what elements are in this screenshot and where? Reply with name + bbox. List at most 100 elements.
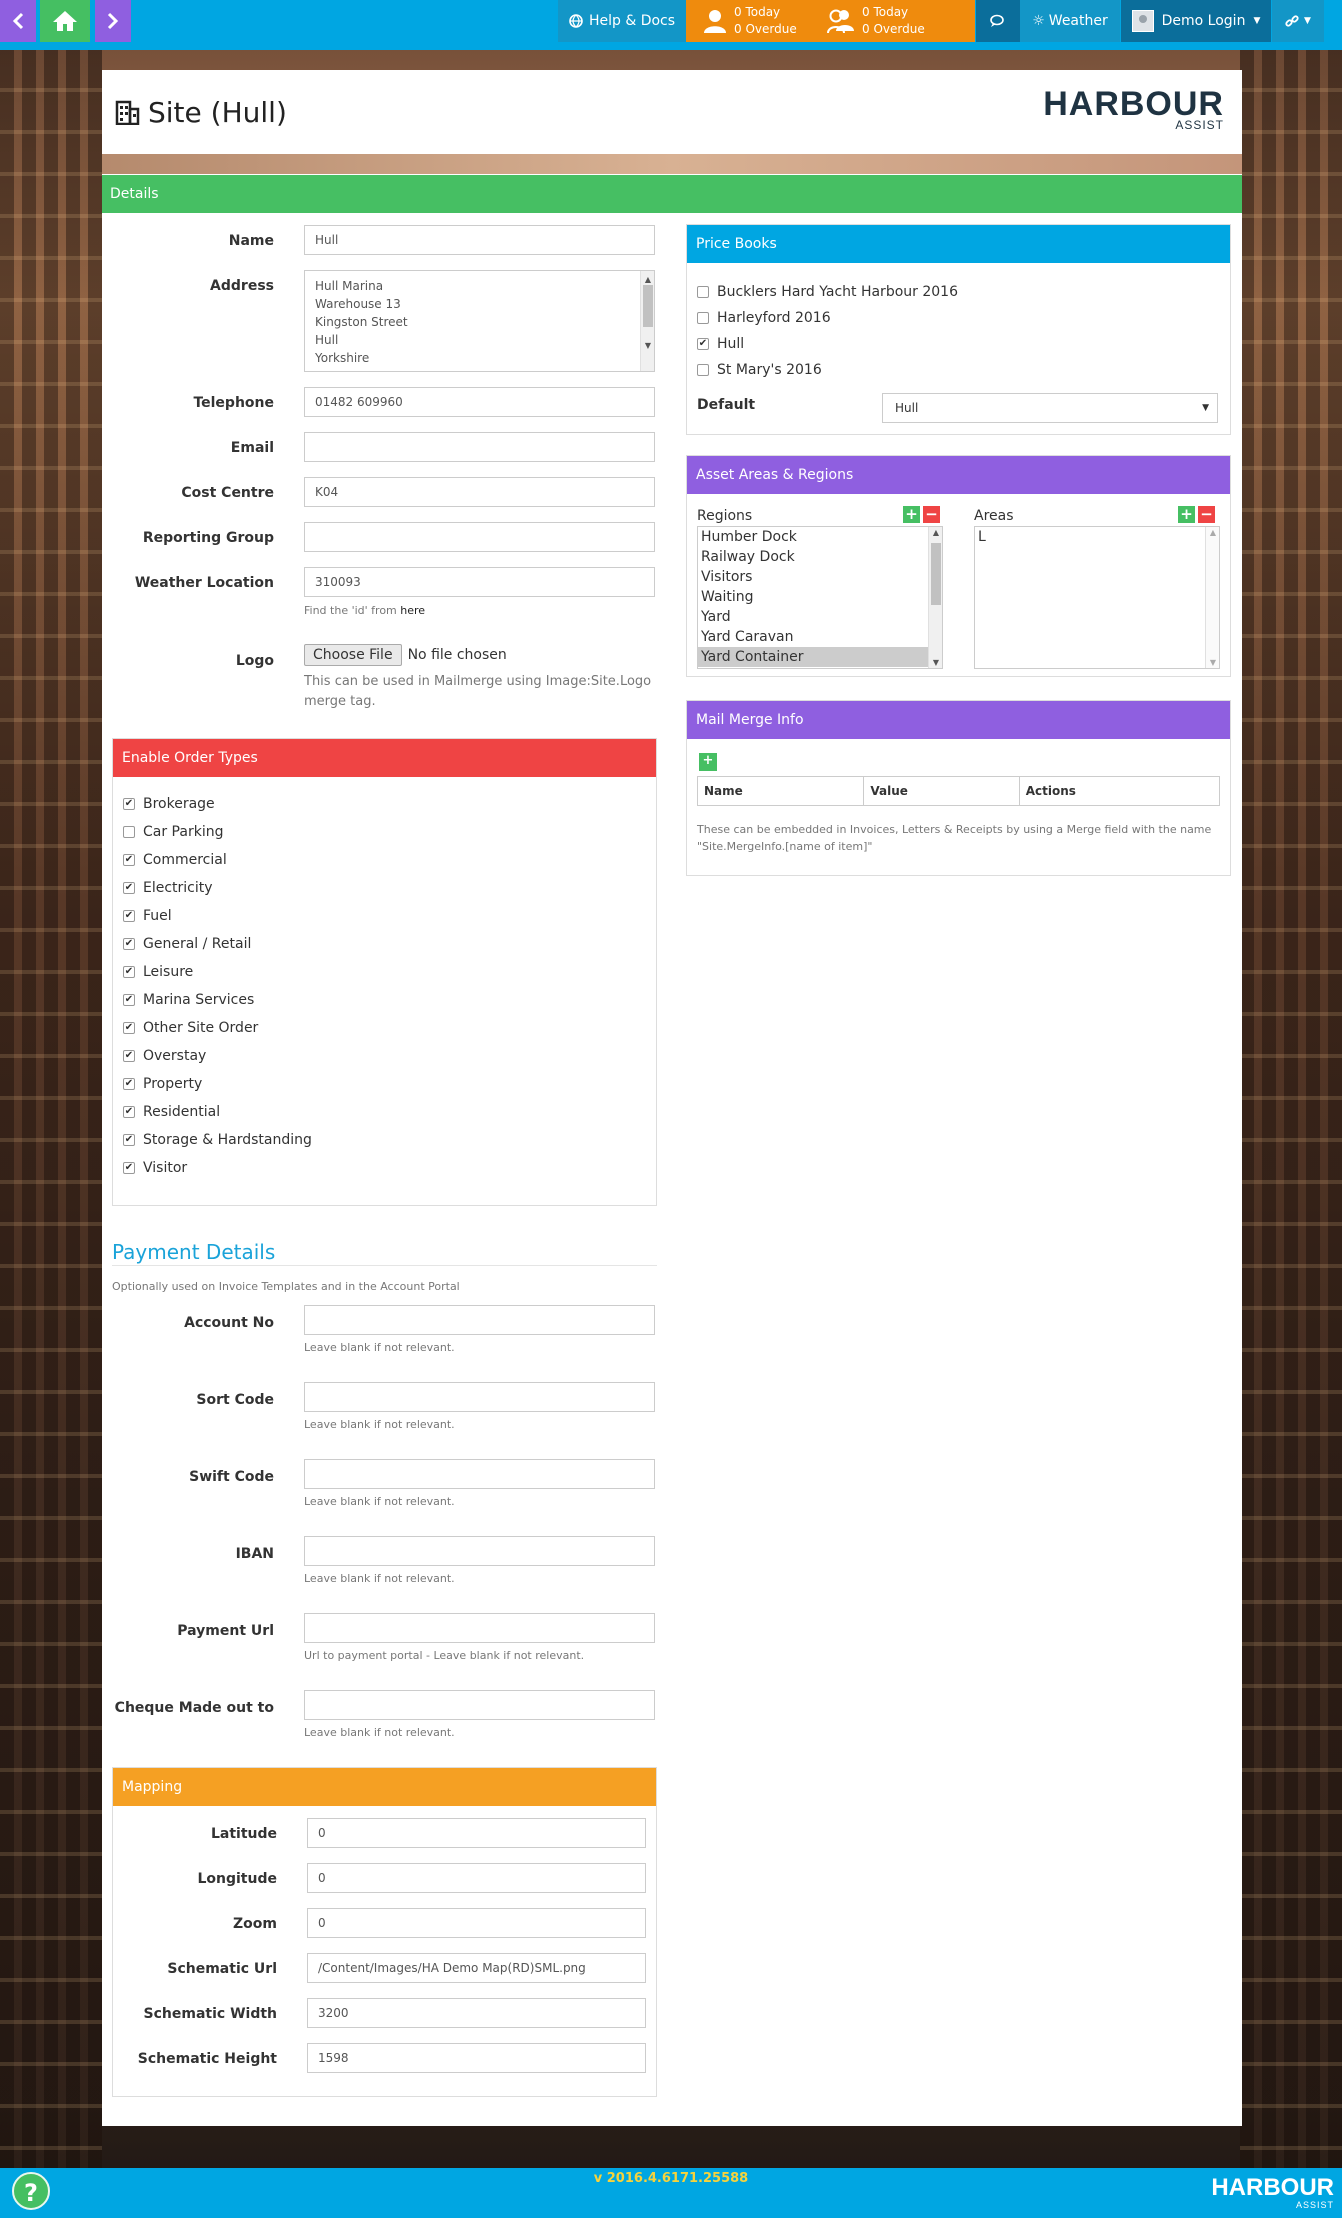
links-menu-button[interactable]: ▼ xyxy=(1272,0,1324,42)
order-type-checkbox[interactable]: Car Parking xyxy=(123,824,223,840)
help-docs-button[interactable]: Help & Docs xyxy=(558,0,686,42)
schematic-height-input[interactable]: 1598 xyxy=(307,2043,646,2073)
region-option[interactable]: Humber Dock xyxy=(698,527,928,547)
latitude-input[interactable]: 0 xyxy=(307,1818,646,1848)
scroll-down-icon[interactable]: ▼ xyxy=(641,337,654,355)
order-type-checkbox[interactable]: ✔ Electricity xyxy=(123,880,213,896)
checkbox-checked-icon[interactable]: ✔ xyxy=(123,938,135,950)
checkbox-checked-icon[interactable]: ✔ xyxy=(123,1050,135,1062)
weather-help-link[interactable]: here xyxy=(400,604,425,617)
region-option[interactable]: Railway Dock xyxy=(698,547,928,567)
remove-area-button[interactable]: − xyxy=(1198,506,1215,523)
user-name: Demo Login xyxy=(1161,13,1246,29)
weather-button[interactable]: ☼ Weather xyxy=(1020,0,1120,42)
region-option[interactable]: Visitors xyxy=(698,567,928,587)
telephone-input[interactable]: 01482 609960 xyxy=(304,387,655,417)
payment-url-input[interactable] xyxy=(304,1613,655,1643)
address-scrollbar[interactable]: ▲ ▼ xyxy=(640,271,654,371)
address-textarea[interactable]: Hull Marina Warehouse 13 Kingston Street… xyxy=(304,270,655,372)
checkbox-checked-icon[interactable]: ✔ xyxy=(123,798,135,810)
price-book-checkbox[interactable]: ✔ Hull xyxy=(697,336,744,352)
chevron-right-icon xyxy=(107,12,119,30)
scroll-down-icon[interactable]: ▼ xyxy=(929,658,942,667)
reporting-group-input[interactable] xyxy=(304,522,655,552)
checkbox-checked-icon[interactable]: ✔ xyxy=(123,966,135,978)
longitude-input[interactable]: 0 xyxy=(307,1863,646,1893)
areas-scrollbar[interactable]: ▲ ▼ xyxy=(1205,527,1219,668)
swift-code-input[interactable] xyxy=(304,1459,655,1489)
checkbox-checked-icon[interactable]: ✔ xyxy=(123,910,135,922)
chat-button[interactable] xyxy=(976,0,1020,42)
forward-button[interactable] xyxy=(95,0,131,42)
price-book-checkbox[interactable]: St Mary's 2016 xyxy=(697,362,822,378)
checkbox-checked-icon[interactable]: ✔ xyxy=(123,854,135,866)
checkbox-checked-icon[interactable]: ✔ xyxy=(123,882,135,894)
add-merge-info-button[interactable]: + xyxy=(699,753,717,771)
checkbox-empty-icon[interactable] xyxy=(123,826,135,838)
order-type-checkbox[interactable]: ✔ Visitor xyxy=(123,1160,187,1176)
order-type-checkbox[interactable]: ✔ Commercial xyxy=(123,852,227,868)
order-type-checkbox[interactable]: ✔ Overstay xyxy=(123,1048,206,1064)
scroll-down-icon[interactable]: ▼ xyxy=(1206,658,1219,667)
checkbox-checked-icon[interactable]: ✔ xyxy=(123,1022,135,1034)
order-type-checkbox[interactable]: ✔ Leisure xyxy=(123,964,193,980)
checkbox-empty-icon[interactable] xyxy=(697,286,709,298)
weather-location-input[interactable]: 310093 xyxy=(304,567,655,597)
iban-input[interactable] xyxy=(304,1536,655,1566)
order-type-checkbox[interactable]: ✔ General / Retail xyxy=(123,936,251,952)
order-type-checkbox[interactable]: ✔ Fuel xyxy=(123,908,172,924)
choose-file-button[interactable]: Choose File xyxy=(304,644,402,666)
area-option[interactable]: L xyxy=(975,527,1219,547)
schematic-url-input[interactable]: /Content/Images/HA Demo Map(RD)SML.png xyxy=(307,1953,646,1983)
order-type-checkbox[interactable]: ✔ Marina Services xyxy=(123,992,254,1008)
sort-code-help: Leave blank if not relevant. xyxy=(304,1418,455,1431)
user-menu-button[interactable]: Demo Login ▼ xyxy=(1121,0,1271,42)
order-type-checkbox[interactable]: ✔ Storage & Hardstanding xyxy=(123,1132,312,1148)
order-type-checkbox[interactable]: ✔ Other Site Order xyxy=(123,1020,258,1036)
order-type-checkbox[interactable]: ✔ Residential xyxy=(123,1104,220,1120)
default-price-book-label: Default xyxy=(697,397,756,413)
home-button[interactable] xyxy=(40,0,90,42)
checkbox-checked-icon[interactable]: ✔ xyxy=(697,338,709,350)
mail-merge-panel: Mail Merge Info + Name Value Actions The… xyxy=(686,700,1231,876)
weather-location-help: Find the 'id' from here xyxy=(304,604,425,617)
region-option[interactable]: Yard Container xyxy=(698,647,928,667)
telephone-label: Telephone xyxy=(193,395,274,411)
checkbox-checked-icon[interactable]: ✔ xyxy=(123,1078,135,1090)
remove-region-button[interactable]: − xyxy=(923,506,940,523)
checkbox-checked-icon[interactable]: ✔ xyxy=(123,1134,135,1146)
region-option[interactable]: Waiting xyxy=(698,587,928,607)
swift-code-label: Swift Code xyxy=(189,1469,274,1485)
order-type-checkbox[interactable]: ✔ Property xyxy=(123,1076,202,1092)
order-type-checkbox[interactable]: ✔ Brokerage xyxy=(123,796,215,812)
checkbox-checked-icon[interactable]: ✔ xyxy=(123,1162,135,1174)
checkbox-empty-icon[interactable] xyxy=(697,364,709,376)
zoom-input[interactable]: 0 xyxy=(307,1908,646,1938)
scroll-up-icon[interactable]: ▲ xyxy=(929,528,942,537)
schematic-width-input[interactable]: 3200 xyxy=(307,1998,646,2028)
checkbox-checked-icon[interactable]: ✔ xyxy=(123,1106,135,1118)
checkbox-checked-icon[interactable]: ✔ xyxy=(123,994,135,1006)
checkbox-empty-icon[interactable] xyxy=(697,312,709,324)
scroll-up-icon[interactable]: ▲ xyxy=(1206,528,1219,537)
cheque-input[interactable] xyxy=(304,1690,655,1720)
regions-scrollbar[interactable]: ▲ ▼ xyxy=(928,527,942,668)
price-book-checkbox[interactable]: Bucklers Hard Yacht Harbour 2016 xyxy=(697,284,958,300)
add-area-button[interactable]: + xyxy=(1178,506,1195,523)
schematic-width-label: Schematic Width xyxy=(143,2006,277,2022)
my-tasks-button[interactable]: 0 Today 0 Overdue xyxy=(686,0,812,42)
default-price-book-select[interactable]: Hull ▼ xyxy=(882,393,1218,423)
areas-listbox[interactable]: L ▲ ▼ xyxy=(974,526,1220,669)
price-book-checkbox[interactable]: Harleyford 2016 xyxy=(697,310,831,326)
region-option[interactable]: Yard xyxy=(698,607,928,627)
team-tasks-button[interactable]: 0 Today 0 Overdue xyxy=(812,0,975,42)
name-input[interactable]: Hull xyxy=(304,225,655,255)
region-option[interactable]: Yard Caravan xyxy=(698,627,928,647)
add-region-button[interactable]: + xyxy=(903,506,920,523)
regions-listbox[interactable]: Humber Dock Railway Dock Visitors Waiting Ya… xyxy=(697,526,943,669)
back-button[interactable] xyxy=(0,0,36,42)
sort-code-input[interactable] xyxy=(304,1382,655,1412)
email-input[interactable] xyxy=(304,432,655,462)
cost-centre-input[interactable]: K04 xyxy=(304,477,655,507)
account-no-input[interactable] xyxy=(304,1305,655,1335)
